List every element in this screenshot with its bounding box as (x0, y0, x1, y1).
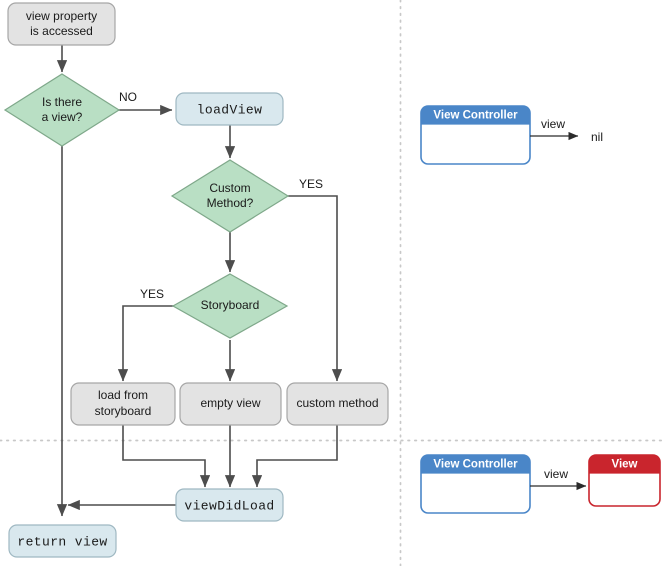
node-load-from-storyboard[interactable]: load from storyboard (70, 382, 176, 426)
node-label-line2: storyboard (95, 404, 152, 418)
node-return-view[interactable]: return view (8, 524, 117, 558)
uml-box-view-controller-bottom[interactable]: View Controller (420, 454, 531, 514)
node-view-property-accessed[interactable]: view property is accessed (7, 2, 116, 46)
uml-title-label: View Controller (433, 459, 518, 471)
node-empty-view[interactable]: empty view (179, 382, 282, 426)
node-label-line2: is accessed (30, 24, 93, 38)
node-label: loadView (197, 102, 263, 117)
node-label: custom method (296, 396, 378, 410)
edge-storyboard-yes-to-loadfromstoryboard (117, 305, 175, 382)
node-label-line1: Is there (42, 95, 82, 109)
node-label-line2: a view? (42, 110, 83, 124)
edge-loadfromstoryboard-to-viewdidload (122, 425, 211, 488)
uml-title-label: View Controller (433, 110, 518, 122)
node-label: return view (17, 534, 107, 549)
edge-custommethod-yes-to-custommethodbox (288, 195, 343, 382)
edge-custommethodbox-to-viewdidload (251, 425, 338, 488)
node-label-line1: load from (98, 388, 148, 402)
node-storyboard-decision[interactable]: Storyboard (171, 273, 289, 339)
uml-box-view[interactable]: View (588, 454, 661, 507)
edge-label-yes-storyboard: YES (140, 287, 164, 301)
node-custom-method-decision[interactable]: Custom Method? (170, 159, 290, 233)
node-custom-method-box[interactable]: custom method (286, 382, 389, 426)
uml-relation-label-top: view (541, 117, 565, 131)
panel-top-right: View Controller view nil (420, 105, 603, 165)
node-is-there-a-view[interactable]: Is there a view? (3, 73, 121, 147)
node-label-line1: view property (26, 9, 97, 23)
edge-label-no: NO (119, 90, 137, 104)
node-label: empty view (200, 396, 260, 410)
node-label: viewDidLoad (184, 498, 274, 513)
node-label-line2: Method? (207, 196, 254, 210)
node-label-line1: Custom (209, 181, 250, 195)
flowchart-canvas: loadView --> right, down -> custom metho… (0, 0, 663, 566)
uml-box-view-controller-top[interactable]: View Controller (420, 105, 531, 165)
panel-bottom-right: View Controller view View (420, 454, 661, 514)
edge-label-yes-custom-method: YES (299, 177, 323, 191)
uml-target-nil: nil (591, 130, 603, 144)
node-load-view[interactable]: loadView (175, 92, 284, 126)
uml-title-label: View (612, 459, 638, 471)
node-view-did-load[interactable]: viewDidLoad (175, 488, 284, 522)
uml-relation-label-bottom: view (544, 467, 568, 481)
node-label: Storyboard (201, 298, 260, 312)
